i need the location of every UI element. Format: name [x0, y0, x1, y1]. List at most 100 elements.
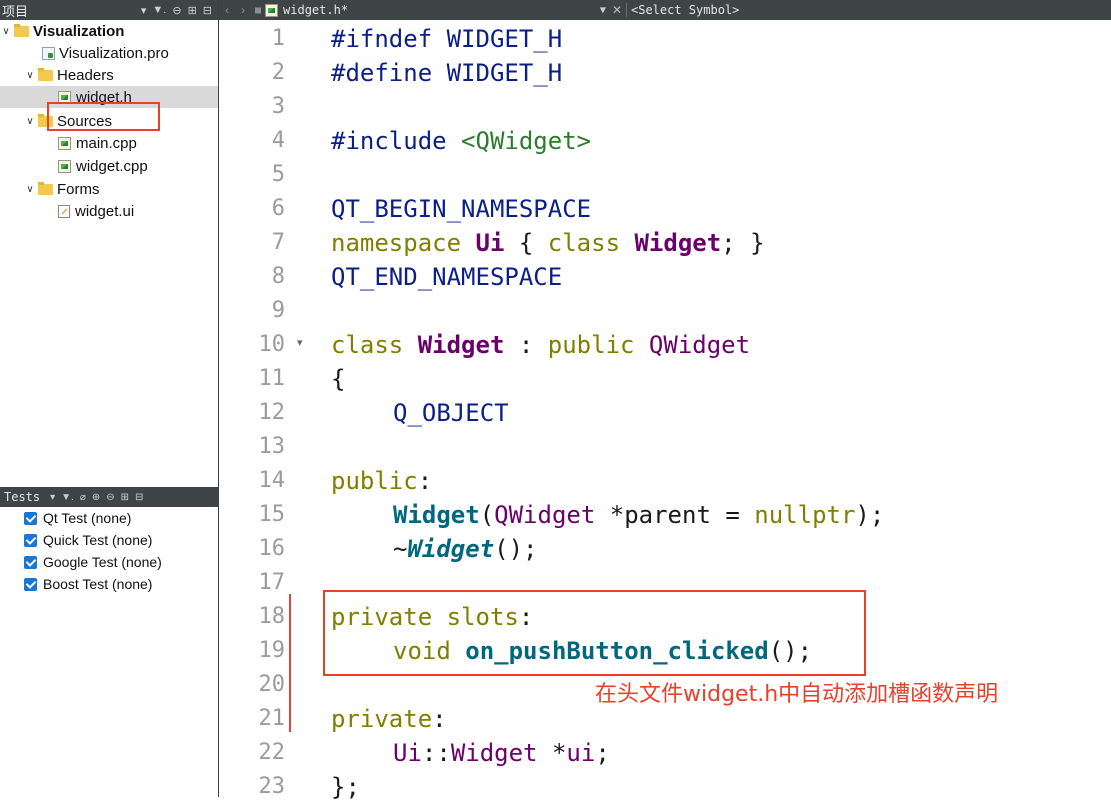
dropdown-icon[interactable]: ▾ — [50, 492, 55, 503]
line-number: 6 — [271, 196, 285, 221]
file-dropdown-icon[interactable]: ▼ — [600, 5, 606, 16]
split-icon[interactable]: ⊞ — [188, 4, 197, 17]
tree-item-label: Headers — [57, 66, 114, 84]
link-icon[interactable]: ⊖ — [172, 4, 181, 17]
test-item-label: Boost Test (none) — [43, 576, 153, 592]
back-button[interactable]: ‹ — [219, 3, 235, 17]
checkbox-checked-icon[interactable] — [24, 533, 37, 547]
chevron-down-icon[interactable]: ∨ — [24, 116, 36, 127]
lock-icon: ■ — [255, 4, 262, 16]
code-line-14: public: — [331, 467, 433, 495]
tree-item-pro-file[interactable]: Visualization.pro — [0, 42, 218, 64]
chevron-down-icon[interactable]: ∨ — [24, 184, 36, 195]
header-file-icon — [265, 3, 279, 17]
filter-icon[interactable]: ▼. — [152, 4, 166, 17]
selection-highlight-box — [47, 102, 160, 131]
code-line-8: QT_END_NAMESPACE — [331, 263, 563, 291]
tree-item-visualization[interactable]: ∨ Visualization — [0, 20, 218, 42]
checkbox-checked-icon[interactable] — [24, 511, 37, 525]
line-number-gutter: 1 2 3 4 5 6 7 8 9 10 11 12 13 14 15 16 1… — [219, 20, 303, 799]
checkbox-checked-icon[interactable] — [24, 577, 37, 591]
code-line-12: Q_OBJECT — [393, 399, 509, 427]
tests-panel-tools: ▾ ▼. ⌀ ⊕ ⊖ ⊞ ⊟ — [50, 492, 143, 503]
fold-marker-icon[interactable]: ▾ — [297, 336, 303, 349]
line-number: 21 — [258, 706, 286, 731]
code-line-6: QT_BEGIN_NAMESPACE — [331, 195, 592, 223]
tests-panel-header: Tests ▾ ▼. ⌀ ⊕ ⊖ ⊞ ⊟ — [0, 487, 218, 507]
test-item-google[interactable]: Google Test (none) — [24, 551, 162, 573]
tree-item-label: Visualization — [33, 22, 125, 40]
folder-icon — [38, 67, 53, 81]
editor-toolbar: ‹ › ■ widget.h* ▼ ✕ <Select Symbol> — [219, 0, 1111, 20]
pro-file-icon — [42, 46, 55, 60]
tree-item-label: widget.cpp — [76, 157, 148, 175]
tree-item-label: main.cpp — [76, 134, 137, 152]
line-number: 2 — [271, 60, 285, 85]
split-icon[interactable]: ⊞ — [121, 492, 129, 503]
project-panel-title: 项目 — [2, 3, 29, 19]
chevron-down-icon[interactable]: ∨ — [0, 26, 12, 37]
code-line-21: private: — [331, 705, 447, 733]
ui-file-icon — [58, 204, 70, 218]
code-line-4: #include <QWidget> — [331, 127, 592, 155]
close-pane-icon[interactable]: ⊟ — [135, 492, 143, 503]
line-number: 17 — [258, 570, 286, 595]
run-icon[interactable]: ⌀ — [80, 492, 86, 503]
test-item-qt[interactable]: Qt Test (none) — [24, 507, 131, 529]
source-file-icon — [58, 136, 71, 150]
line-number: 1 — [271, 26, 285, 51]
code-line-10: class Widget : public QWidget — [331, 331, 751, 359]
tests-list: Qt Test (none) Quick Test (none) Google … — [0, 507, 218, 797]
chevron-down-icon[interactable]: ∨ — [24, 70, 36, 81]
close-file-icon[interactable]: ✕ — [612, 3, 622, 17]
line-number: 3 — [271, 94, 285, 119]
test-item-label: Quick Test (none) — [43, 532, 153, 548]
symbol-selector[interactable]: <Select Symbol> — [626, 3, 1111, 17]
line-number: 16 — [258, 536, 286, 561]
test-item-quick[interactable]: Quick Test (none) — [24, 529, 152, 551]
tree-item-label: widget.ui — [75, 202, 135, 220]
code-line-7: namespace Ui { class Widget; } — [331, 229, 765, 257]
close-pane-icon[interactable]: ⊟ — [203, 4, 212, 17]
folder-icon — [38, 181, 53, 195]
annotation-text: 在头文件widget.h中自动添加槽函数声明 — [595, 682, 999, 707]
tree-item-widget-cpp[interactable]: widget.cpp — [0, 155, 218, 177]
code-line-15: Widget(QWidget *parent = nullptr); — [393, 501, 885, 529]
line-number: 9 — [271, 298, 285, 323]
line-number: 15 — [258, 502, 286, 527]
test-item-boost[interactable]: Boost Test (none) — [24, 573, 152, 595]
code-line-11: { — [331, 365, 346, 393]
test-item-label: Google Test (none) — [43, 554, 162, 570]
dropdown-icon[interactable]: ▾ — [141, 4, 147, 17]
expand-icon[interactable]: ⊕ — [92, 492, 100, 503]
line-number: 19 — [258, 638, 286, 663]
test-item-label: Qt Test (none) — [43, 510, 132, 526]
open-file-name[interactable]: widget.h* — [283, 3, 493, 17]
line-number: 5 — [271, 162, 285, 187]
project-folder-icon — [14, 23, 29, 37]
modified-lines-marker — [289, 594, 291, 732]
tree-item-main-cpp[interactable]: main.cpp — [0, 132, 218, 154]
line-number: 10 — [258, 332, 286, 357]
line-number: 4 — [271, 128, 285, 153]
tree-item-widget-ui[interactable]: widget.ui — [0, 200, 218, 222]
project-panel-header: 项目 ▾ ▼. ⊖ ⊞ ⊟ — [0, 0, 218, 20]
line-number: 14 — [258, 468, 286, 493]
tree-item-forms[interactable]: ∨ Forms — [0, 178, 218, 200]
code-editor[interactable]: 1 2 3 4 5 6 7 8 9 10 11 12 13 14 15 16 1… — [219, 20, 1111, 801]
filter-icon[interactable]: ▼. — [61, 492, 74, 503]
tree-item-label: Visualization.pro — [59, 44, 169, 62]
tests-panel-title: Tests — [4, 490, 41, 504]
project-panel-tools: ▾ ▼. ⊖ ⊞ ⊟ — [141, 4, 218, 17]
line-number: 20 — [258, 672, 286, 697]
collapse-icon[interactable]: ⊖ — [106, 492, 114, 503]
line-number: 11 — [258, 366, 286, 391]
tree-item-headers[interactable]: ∨ Headers — [0, 64, 218, 86]
code-line-1: #ifndef WIDGET_H — [331, 25, 563, 53]
tree-item-label: Forms — [57, 180, 100, 198]
code-line-2: #define WIDGET_H — [331, 59, 563, 87]
line-number: 23 — [258, 774, 286, 799]
line-number: 7 — [271, 230, 285, 255]
checkbox-checked-icon[interactable] — [24, 555, 37, 569]
forward-button[interactable]: › — [235, 3, 251, 17]
